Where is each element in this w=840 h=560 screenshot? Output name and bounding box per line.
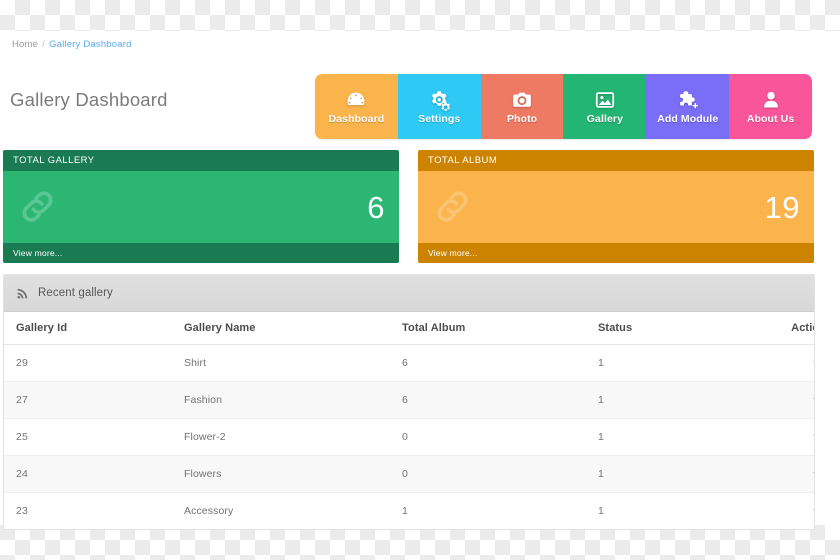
cell-status: 1 — [598, 344, 746, 382]
dashboard-icon — [345, 89, 367, 111]
chain-link-icon — [430, 184, 476, 230]
column-header-total-album: Total Album — [402, 312, 598, 345]
nav-button-add-module[interactable]: Add Module — [646, 74, 730, 139]
nav-button-dashboard[interactable]: Dashboard — [315, 74, 398, 139]
stat-card-total-gallery: TOTAL GALLERY 6 View more... — [3, 150, 399, 263]
stat-card-title: TOTAL ALBUM — [418, 150, 814, 171]
breadcrumb: Home / Gallery Dashboard — [12, 39, 132, 50]
stat-card-body: 19 — [418, 171, 814, 243]
image-icon — [594, 89, 616, 111]
nav-label-about-us: About Us — [746, 112, 795, 125]
user-icon — [760, 89, 782, 111]
nav-button-about-us[interactable]: About Us — [729, 74, 812, 139]
cell-total-album: 0 — [402, 418, 598, 456]
cell-status: 1 — [598, 381, 746, 419]
page-title: Gallery Dashboard — [10, 89, 168, 110]
cell-gallery-name: Accessory — [184, 492, 402, 529]
puzzle-plus-icon — [677, 89, 699, 111]
cell-gallery-name: Flower-2 — [184, 418, 402, 456]
cell-gallery-id: 25 — [4, 418, 184, 456]
stat-card-value: 19 — [764, 189, 800, 225]
gears-icon — [428, 89, 451, 111]
cell-gallery-id: 27 — [4, 381, 184, 419]
stat-card-body: 6 — [3, 171, 399, 243]
nav-button-gallery[interactable]: Gallery — [563, 74, 647, 139]
cell-action — [746, 418, 814, 456]
cell-gallery-name: Flowers — [184, 455, 402, 493]
stat-card-total-album: TOTAL ALBUM 19 View more... — [418, 150, 814, 263]
cell-gallery-id: 23 — [4, 492, 184, 529]
nav-button-settings[interactable]: Settings — [397, 74, 481, 139]
nav-label-dashboard: Dashboard — [328, 112, 385, 125]
column-header-gallery-id: Gallery Id — [4, 312, 184, 345]
recent-gallery-panel: Recent gallery Gallery Id Gallery Name T… — [3, 274, 815, 530]
cell-status: 1 — [598, 418, 746, 456]
cell-action — [746, 344, 814, 382]
table-row: 29 Shirt 6 1 — [4, 344, 814, 382]
eye-icon[interactable] — [813, 429, 814, 442]
stat-cards: TOTAL GALLERY 6 View more... TOTAL ALBUM — [3, 150, 814, 263]
column-header-status: Status — [598, 312, 746, 345]
cell-status: 1 — [598, 455, 746, 493]
nav-label-settings: Settings — [418, 112, 461, 125]
nav-label-add-module: Add Module — [657, 112, 719, 125]
eye-icon[interactable] — [813, 392, 814, 405]
eye-icon[interactable] — [813, 466, 814, 479]
column-header-gallery-name: Gallery Name — [184, 312, 402, 345]
rss-icon — [16, 287, 29, 300]
dashboard-page: Home / Gallery Dashboard Gallery Dashboard… — [0, 31, 840, 530]
nav-label-photo: Photo — [506, 112, 538, 125]
column-header-action: Action — [746, 312, 814, 345]
stat-card-view-more-link[interactable]: View more... — [418, 243, 814, 263]
eye-icon[interactable] — [813, 355, 814, 368]
cell-total-album: 6 — [402, 381, 598, 419]
cell-action — [746, 492, 814, 529]
cell-status: 1 — [598, 492, 746, 529]
cell-total-album: 1 — [402, 492, 598, 529]
cell-action — [746, 381, 814, 419]
table-row: 24 Flowers 0 1 — [4, 455, 814, 493]
cell-action — [746, 455, 814, 493]
breadcrumb-current[interactable]: Gallery Dashboard — [49, 39, 132, 50]
nav-button-photo[interactable]: Photo — [480, 74, 564, 139]
cell-gallery-name: Shirt — [184, 344, 402, 382]
nav-label-gallery: Gallery — [586, 112, 624, 125]
panel-header: Recent gallery — [4, 275, 814, 312]
cell-gallery-name: Fashion — [184, 381, 402, 419]
stat-card-value: 6 — [367, 189, 385, 225]
chain-link-icon — [15, 184, 61, 230]
cell-gallery-id: 29 — [4, 344, 184, 382]
eye-icon[interactable] — [813, 503, 814, 516]
cell-total-album: 0 — [402, 455, 598, 493]
table-row: 25 Flower-2 0 1 — [4, 418, 814, 456]
stat-card-title: TOTAL GALLERY — [3, 150, 399, 171]
panel-title: Recent gallery — [38, 287, 113, 299]
camera-icon — [511, 89, 533, 111]
cell-gallery-id: 24 — [4, 455, 184, 493]
breadcrumb-separator: / — [42, 39, 45, 50]
breadcrumb-home[interactable]: Home — [12, 39, 38, 50]
table-header-row: Gallery Id Gallery Name Total Album Stat… — [4, 312, 814, 345]
cell-total-album: 6 — [402, 344, 598, 382]
table-row: 27 Fashion 6 1 — [4, 381, 814, 419]
top-navigation: Dashboard Settings Photo Gallery Add Mod… — [315, 74, 812, 139]
stat-card-view-more-link[interactable]: View more... — [3, 243, 399, 263]
table-row: 23 Accessory 1 1 — [4, 492, 814, 529]
recent-gallery-table: Gallery Id Gallery Name Total Album Stat… — [4, 312, 814, 529]
